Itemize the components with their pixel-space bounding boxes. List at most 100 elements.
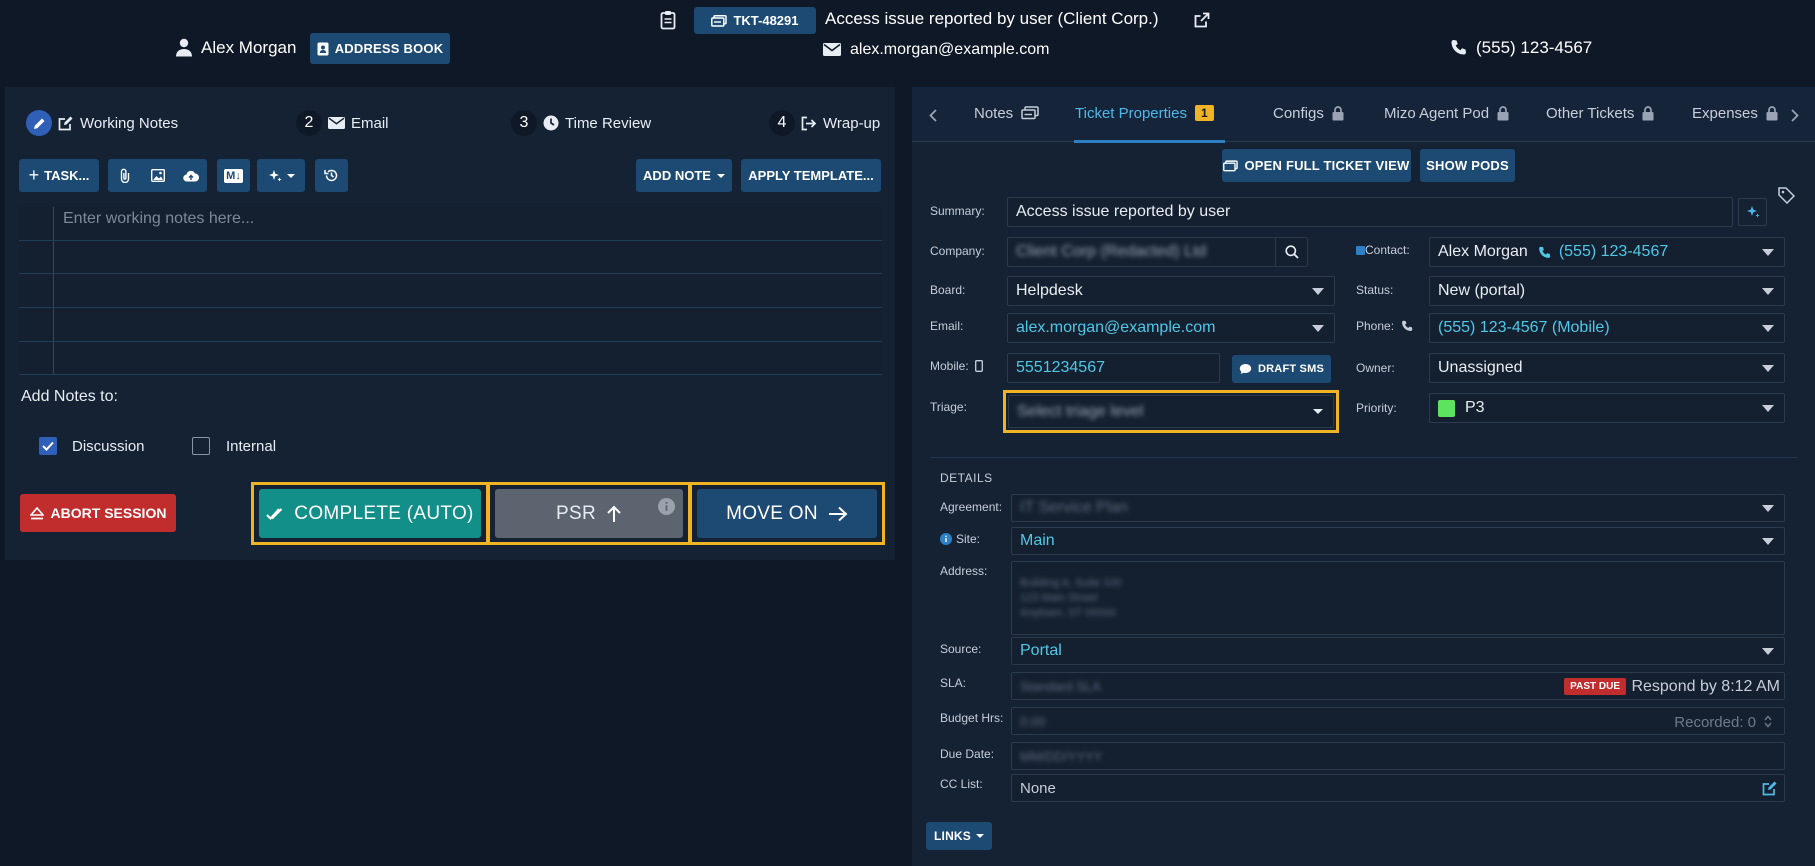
address-line: Anytown, ST 00000 [1020, 607, 1116, 619]
ai-assist-dropdown[interactable] [257, 159, 305, 192]
ticket-icon [1223, 159, 1239, 172]
board-select[interactable]: Helpdesk [1007, 276, 1335, 306]
tag-icon[interactable] [1778, 187, 1795, 204]
contact-phone[interactable]: (555) 123-4567 [1559, 243, 1668, 261]
search-icon[interactable] [1275, 238, 1307, 266]
phone-value: (555) 123-4567 (Mobile) [1438, 319, 1610, 336]
details-heading: DETAILS [940, 471, 993, 485]
address-book-button[interactable]: ADDRESS BOOK [310, 33, 450, 64]
sla-label: SLA: [940, 676, 967, 690]
email-select[interactable]: alex.morgan@example.com [1007, 313, 1335, 343]
step-working-notes[interactable]: Working Notes [26, 109, 178, 137]
edit-icon[interactable] [1762, 780, 1778, 796]
external-link-icon[interactable] [1194, 12, 1210, 28]
caret-down-icon [1762, 365, 1774, 372]
psr-label: PSR [556, 502, 596, 524]
contact-select[interactable]: Alex Morgan (555) 123-4567 [1429, 237, 1785, 267]
header-email[interactable]: alex.morgan@example.com [850, 41, 1049, 59]
open-full-ticket-button[interactable]: OPEN FULL TICKET VIEW [1222, 149, 1411, 182]
tab-ticket-properties[interactable]: Ticket Properties 1 [1075, 95, 1214, 131]
owner-select[interactable]: Unassigned [1429, 353, 1785, 383]
markdown-icon[interactable]: M↓ [217, 159, 250, 192]
info-icon[interactable] [658, 498, 675, 515]
step-wrap-up[interactable]: 4 Wrap-up [769, 109, 880, 137]
top-header: TKT-48291 Access issue reported by user … [0, 0, 1815, 78]
tab-configs[interactable]: Configs [1273, 95, 1344, 131]
ai-summary-button[interactable] [1738, 198, 1767, 226]
step-email[interactable]: 2 Email [296, 109, 389, 137]
step-label: Working Notes [80, 114, 179, 132]
paperclip-icon[interactable] [108, 168, 141, 183]
psr-button[interactable]: PSR [495, 489, 683, 538]
due-date-value: MM/DD/YYYY [1020, 748, 1103, 764]
apply-template-button[interactable]: APPLY TEMPLATE... [741, 159, 881, 192]
links-dropdown[interactable]: LINKS [926, 822, 992, 850]
count-badge: 1 [1194, 105, 1214, 121]
tab-notes[interactable]: Notes [974, 95, 1039, 131]
due-date-input[interactable]: MM/DD/YYYY [1011, 742, 1785, 770]
phone-select[interactable]: (555) 123-4567 (Mobile) [1429, 313, 1785, 343]
step-number: 3 [511, 110, 537, 136]
tab-label: Other Tickets [1546, 104, 1635, 122]
caret-down-icon [1312, 325, 1324, 332]
company-input[interactable]: Client Corp (Redacted) Ltd [1007, 237, 1308, 267]
cc-list-field[interactable]: None [1011, 774, 1785, 802]
status-select[interactable]: New (portal) [1429, 276, 1785, 306]
draft-sms-button[interactable]: DRAFT SMS [1232, 355, 1331, 383]
spinner-icon[interactable] [1764, 715, 1772, 728]
move-on-button[interactable]: MOVE ON [697, 489, 877, 538]
abort-label: ABORT SESSION [50, 505, 167, 521]
image-icon[interactable] [141, 169, 174, 182]
step-time-review[interactable]: 3 Time Review [511, 109, 651, 137]
ticket-properties-panel: Notes Ticket Properties 1 Configs Mizo A… [912, 87, 1815, 866]
address-field[interactable]: Building A, Suite 100 123 Main Street An… [1011, 561, 1785, 635]
source-select[interactable]: Portal [1011, 637, 1785, 665]
ticket-id-badge[interactable]: TKT-48291 [694, 7, 816, 34]
tab-label: Expenses [1692, 104, 1758, 122]
arrow-up-icon [606, 505, 622, 523]
step-number: 2 [296, 110, 322, 136]
lock-icon [1332, 105, 1344, 121]
priority-select[interactable]: P3 [1429, 393, 1785, 423]
abort-session-button[interactable]: ABORT SESSION [20, 494, 176, 532]
mobile-input[interactable]: 5551234567 [1007, 353, 1220, 383]
cloud-upload-icon[interactable] [174, 170, 207, 182]
tab-expenses[interactable]: Expenses [1692, 95, 1778, 131]
budget-input[interactable]: 0.00 Recorded: 0 [1011, 707, 1785, 735]
edit-note-icon [58, 115, 74, 131]
chevron-left-icon[interactable] [929, 109, 937, 122]
email-value: alex.morgan@example.com [1016, 319, 1216, 336]
add-task-button[interactable]: + TASK... [19, 159, 99, 192]
tab-other-tickets[interactable]: Other Tickets [1546, 95, 1654, 131]
discussion-checkbox[interactable] [39, 437, 57, 455]
lock-icon [1497, 105, 1509, 121]
tab-label: Ticket Properties [1075, 104, 1187, 122]
site-select[interactable]: Main [1011, 527, 1785, 555]
open-full-label: OPEN FULL TICKET VIEW [1244, 158, 1410, 173]
add-note-dropdown[interactable]: ADD NOTE [636, 159, 732, 192]
lock-icon [1766, 105, 1778, 121]
notes-placeholder: Enter working notes here... [63, 210, 255, 227]
internal-checkbox[interactable] [192, 437, 210, 455]
working-notes-textarea[interactable]: Enter working notes here... [19, 207, 882, 375]
complete-auto-button[interactable]: COMPLETE (AUTO) [259, 489, 481, 538]
attach-button-group [108, 159, 207, 192]
tab-mizo-agent-pod[interactable]: Mizo Agent Pod [1384, 95, 1509, 131]
caret-down-icon [286, 173, 295, 178]
status-value: New (portal) [1438, 282, 1526, 299]
triage-select[interactable]: Select triage level [1008, 395, 1334, 428]
header-phone[interactable]: (555) 123-4567 [1476, 38, 1592, 58]
show-pods-button[interactable]: SHOW PODS [1420, 149, 1515, 182]
recorded-text: Recorded: 0 [1674, 714, 1756, 731]
chevron-right-icon[interactable] [1791, 109, 1799, 122]
clipboard-icon[interactable] [660, 10, 676, 30]
history-icon[interactable] [315, 159, 348, 192]
respond-by-text: Respond by 8:12 AM [1631, 678, 1780, 695]
triage-value: Select triage level [1017, 402, 1144, 420]
agreement-select[interactable]: IT Service Plan [1011, 494, 1785, 522]
step-label: Time Review [565, 114, 652, 132]
summary-input[interactable]: Access issue reported by user [1007, 197, 1733, 227]
info-icon[interactable] [940, 533, 952, 545]
priority-label: Priority: [1356, 401, 1397, 415]
divider [930, 457, 1798, 458]
